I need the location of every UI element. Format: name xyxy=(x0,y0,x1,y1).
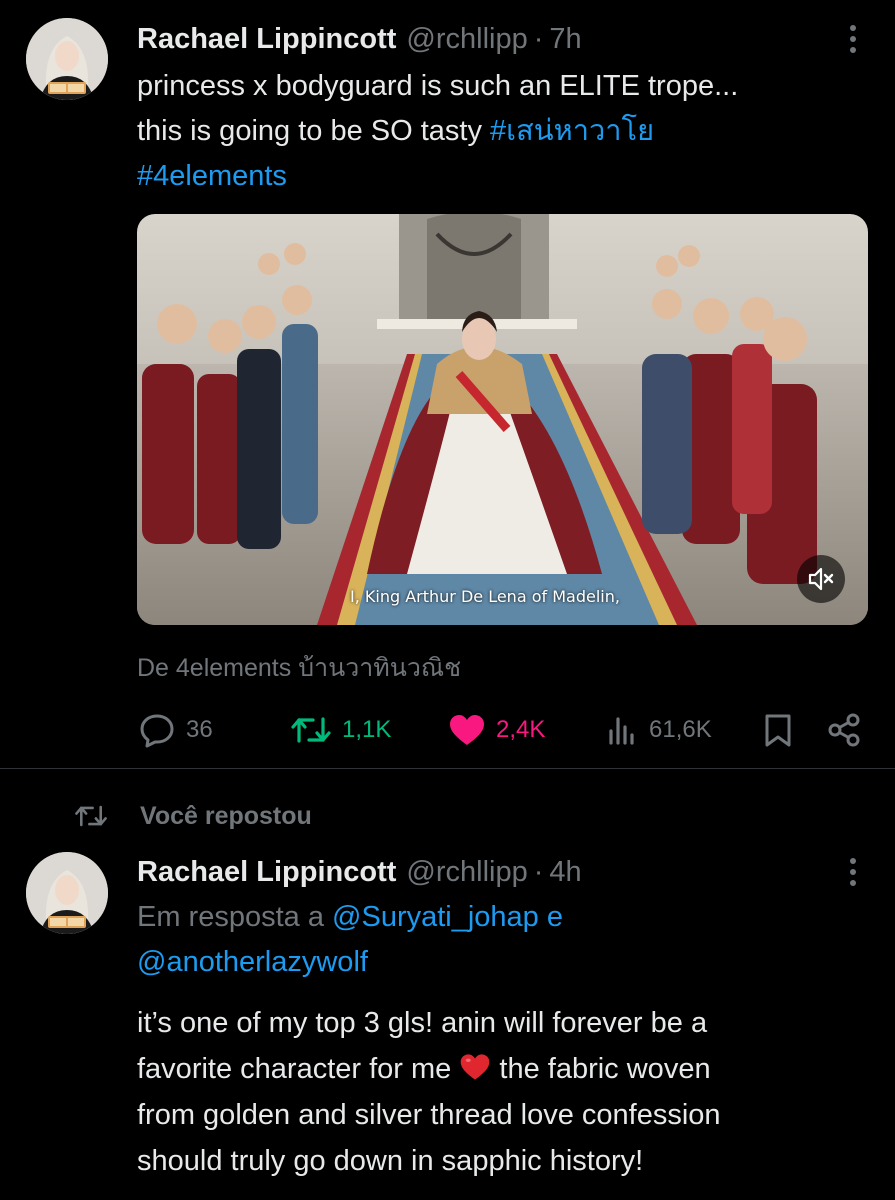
mute-icon[interactable] xyxy=(797,555,845,603)
like-count: 2,4K xyxy=(496,716,546,743)
repost-indicator: Você repostou xyxy=(74,796,312,836)
tweet-text: it’s one of my top 3 gls! anin will fore… xyxy=(137,1000,865,1184)
share-button[interactable] xyxy=(826,708,862,752)
reply-context: Em resposta a @Suryati_johap e @anotherl… xyxy=(137,895,865,985)
video-subtitle: I, King Arthur De Lena of Madelin, xyxy=(350,587,620,606)
video-frame xyxy=(137,214,868,625)
repost-icon xyxy=(291,717,331,743)
tweet-text-segment: this is going to be SO tasty xyxy=(137,115,491,147)
tweet-divider xyxy=(0,768,895,769)
tweet-text-line: should truly go down in sapphic history! xyxy=(137,1145,644,1177)
author-name[interactable]: Rachael Lippincott xyxy=(137,856,396,889)
action-bar: 36 1,1K 2,4K 61,6K xyxy=(0,708,895,752)
tweet-text-line: it’s one of my top 3 gls! anin will fore… xyxy=(137,1007,708,1039)
tweet-text-line: this is going to be SO tasty #เสน่หาวาโย xyxy=(137,109,865,154)
bookmark-button[interactable] xyxy=(762,708,794,752)
tweet-text-segment: the fabric woven xyxy=(491,1053,711,1085)
tweet-text-line: princess x bodyguard is such an ELITE tr… xyxy=(137,70,739,102)
reply-button[interactable]: 36 xyxy=(138,708,213,752)
reply-conjunction: e xyxy=(538,901,563,933)
hashtag-link[interactable]: #เสน่หาวาโย xyxy=(490,115,654,147)
views-count: 61,6K xyxy=(649,716,712,743)
views-icon xyxy=(609,717,634,745)
timestamp[interactable]: 4h xyxy=(549,856,581,889)
heart-icon xyxy=(450,715,484,745)
avatar-image xyxy=(26,18,108,100)
avatar[interactable] xyxy=(26,18,108,100)
share-icon xyxy=(828,713,860,747)
tweet-text: princess x bodyguard is such an ELITE tr… xyxy=(137,64,865,199)
separator-dot: · xyxy=(533,855,544,888)
avatar[interactable] xyxy=(26,852,108,934)
more-icon[interactable] xyxy=(839,852,867,892)
mention-link[interactable]: @anotherlazywolf xyxy=(137,946,368,978)
repost-indicator-label: Você repostou xyxy=(140,801,312,830)
bookmark-icon xyxy=(765,714,791,747)
author-handle[interactable]: @rchllipp xyxy=(406,23,527,56)
heart-emoji-icon xyxy=(461,1054,490,1080)
mention-link[interactable]: @Suryati_johap xyxy=(332,901,539,933)
video-source[interactable]: De 4elements บ้านวาทินวณิช xyxy=(137,648,461,688)
tweet-text-line: from golden and silver thread love confe… xyxy=(137,1099,721,1131)
repost-icon xyxy=(75,805,107,827)
separator-dot: · xyxy=(533,22,544,55)
reply-context-line: Em resposta a @Suryati_johap e xyxy=(137,895,865,940)
video-player[interactable]: I, King Arthur De Lena of Madelin, xyxy=(137,214,868,625)
reply-icon xyxy=(140,714,174,748)
tweet-header: Rachael Lippincott @rchllipp · 4h xyxy=(137,852,855,892)
avatar-image xyxy=(26,852,108,934)
tweet-text-segment: favorite character for me xyxy=(137,1053,460,1085)
tweet-header: Rachael Lippincott @rchllipp · 7h xyxy=(137,19,855,59)
views-button[interactable]: 61,6K xyxy=(605,708,712,752)
more-icon[interactable] xyxy=(839,19,867,59)
like-button[interactable]: 2,4K xyxy=(448,708,545,752)
author-handle[interactable]: @rchllipp xyxy=(406,856,527,889)
reply-context-line: @anotherlazywolf xyxy=(137,940,865,985)
tweet-text-line: #4elements xyxy=(137,154,865,199)
author-name[interactable]: Rachael Lippincott xyxy=(137,23,396,56)
timestamp[interactable]: 7h xyxy=(549,23,581,56)
tweet-text-line: favorite character for me the fabric wov… xyxy=(137,1046,865,1092)
reply-prefix: Em resposta a xyxy=(137,901,333,933)
repost-count: 1,1K xyxy=(342,716,392,743)
repost-button[interactable]: 1,1K xyxy=(290,708,391,752)
hashtag-link[interactable]: #4elements xyxy=(137,160,287,192)
reply-count: 36 xyxy=(186,716,213,743)
